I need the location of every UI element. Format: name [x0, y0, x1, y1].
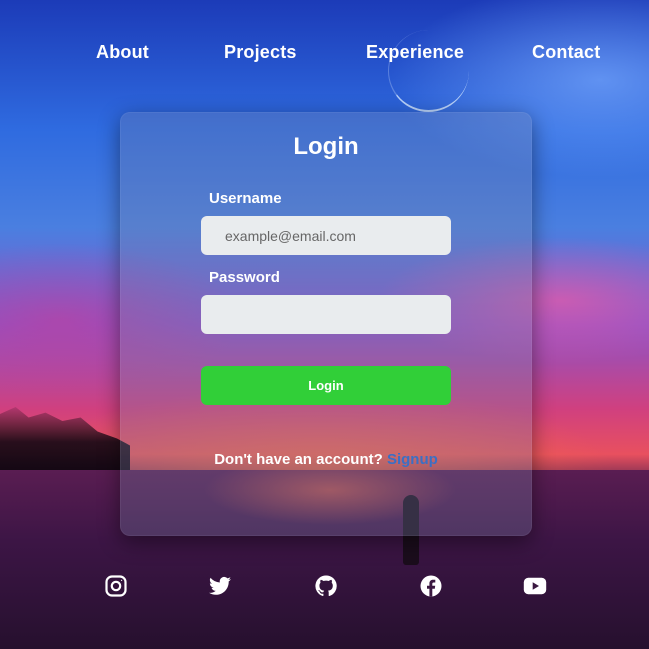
instagram-icon[interactable]: [104, 574, 128, 598]
youtube-icon[interactable]: [523, 574, 547, 598]
nav-link-contact[interactable]: Contact: [532, 42, 600, 63]
username-label: Username: [209, 190, 282, 207]
signup-link[interactable]: Signup: [387, 451, 438, 468]
twitter-icon[interactable]: [208, 574, 232, 598]
login-button[interactable]: Login: [201, 366, 451, 405]
signup-prompt: Don't have an account?: [214, 451, 383, 468]
top-nav: About Projects Experience Contact: [0, 42, 649, 68]
login-card: Login Username Password Login Don't have…: [120, 112, 532, 536]
login-title: Login: [293, 133, 359, 160]
password-input[interactable]: [201, 295, 451, 334]
nav-link-experience[interactable]: Experience: [366, 42, 464, 63]
username-input[interactable]: [201, 216, 451, 255]
signup-row: Don't have an account? Signup: [121, 451, 531, 468]
nav-link-projects[interactable]: Projects: [224, 42, 297, 63]
nav-link-about[interactable]: About: [96, 42, 149, 63]
background-trees: [0, 407, 130, 470]
social-links: [0, 574, 649, 600]
github-icon[interactable]: [314, 574, 338, 598]
facebook-icon[interactable]: [419, 574, 443, 598]
password-label: Password: [209, 269, 280, 286]
